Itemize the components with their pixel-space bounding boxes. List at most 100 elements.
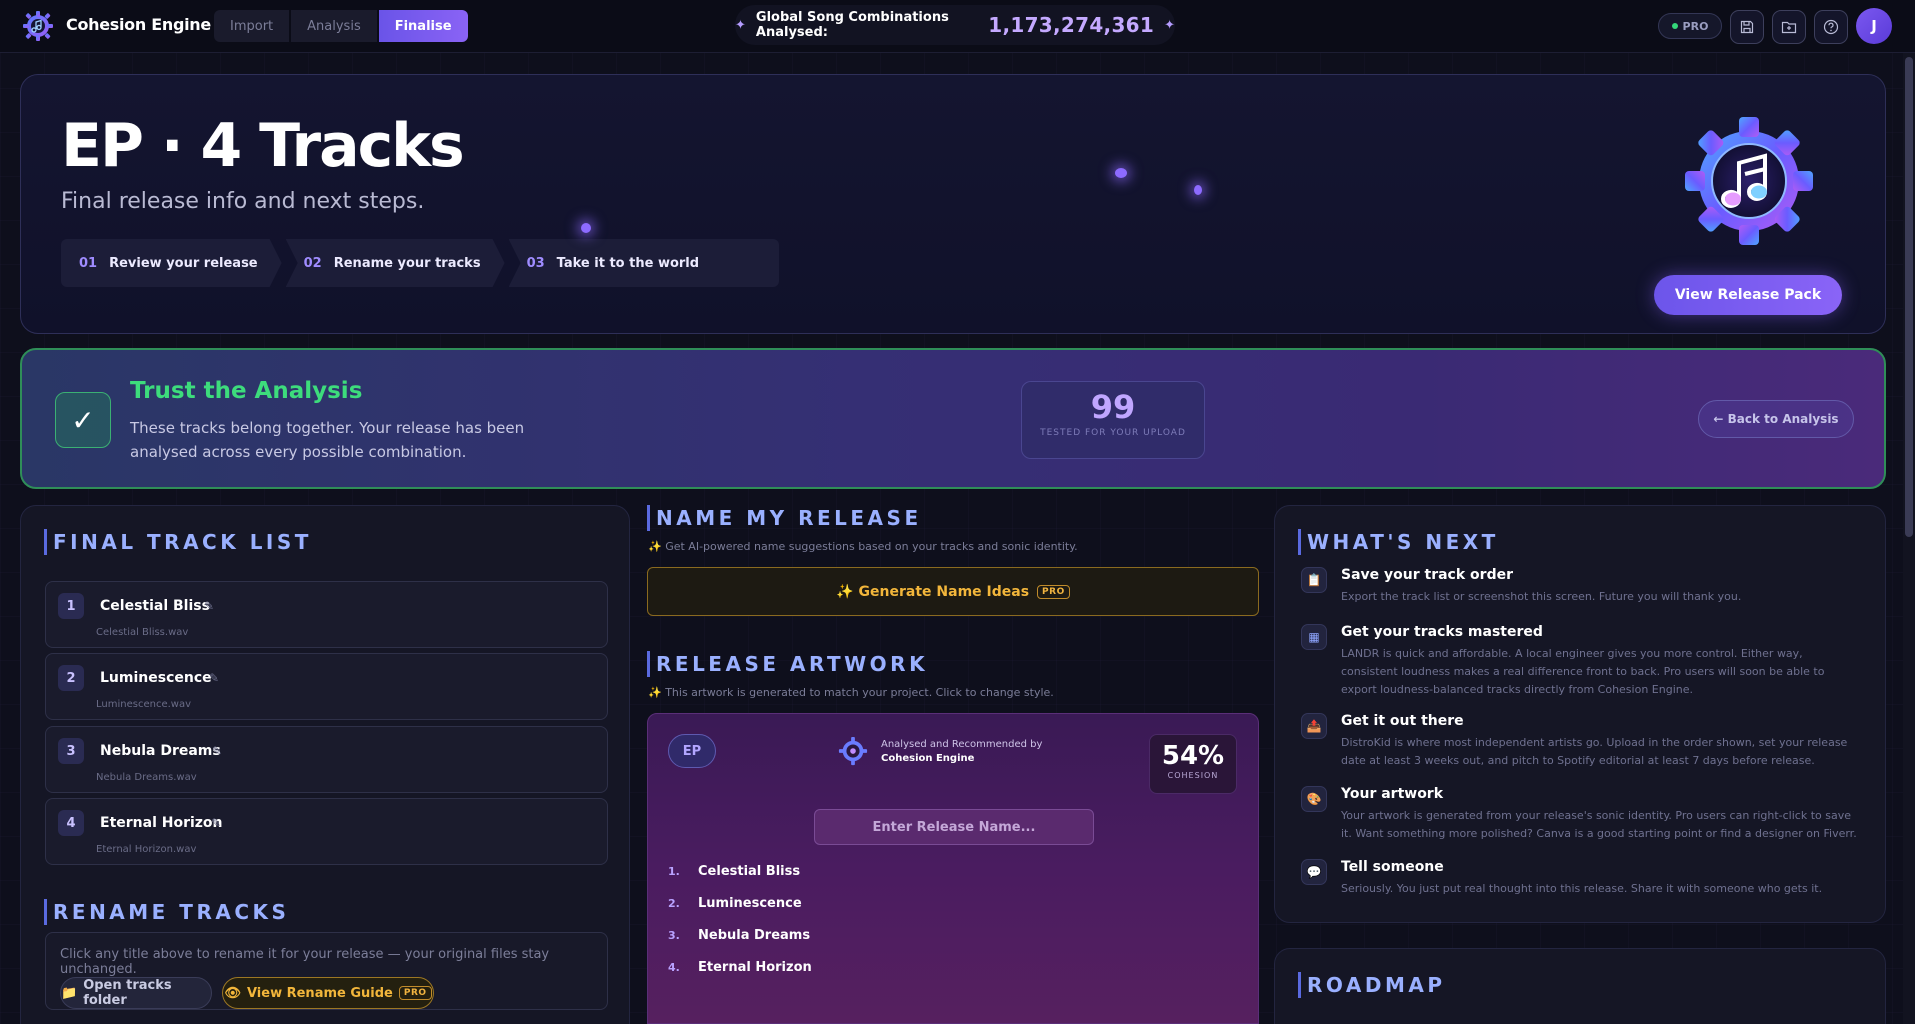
status-dot [1671, 23, 1678, 29]
step-analysis[interactable]: Analysis [291, 10, 377, 42]
sparkle-icon: ✦ [1164, 17, 1175, 33]
track-filename: Luminescence.wav [96, 699, 191, 710]
track-row[interactable]: 4 Eternal Horizon ✎ Eternal Horizon.wav [45, 798, 608, 865]
rename-hint: Click any title above to rename it for y… [60, 947, 550, 977]
release-artwork-card[interactable]: EP Analysed and Recommended by Cohesion … [647, 713, 1259, 1024]
checkmark-icon: ✓ [55, 392, 111, 448]
track-number: 2 [58, 665, 84, 691]
next-step-item: 🎨 Your artwork Your artwork is generated… [1301, 786, 1861, 848]
next-step-description: DistroKid is where most independent arti… [1341, 736, 1848, 767]
counter-value: 1,173,274,361 [988, 13, 1155, 37]
folder-icon: 📁 [61, 985, 78, 1001]
view-release-pack-button[interactable]: View Release Pack [1654, 275, 1842, 315]
pro-tag: PRO [1037, 584, 1070, 599]
track-name[interactable]: Celestial Bliss [100, 598, 210, 614]
process-step-rename: 02 Rename your tracks [286, 239, 505, 287]
next-step-title: Get your tracks mastered [1341, 624, 1543, 640]
next-step-item: 💬 Tell someone Seriously. You just put r… [1301, 859, 1861, 903]
rename-guide-label: View Rename Guide [246, 985, 393, 1001]
next-step-item: ▦ Get your tracks mastered LANDR is quic… [1301, 624, 1861, 704]
artwork-track-index: 3. [668, 929, 680, 942]
step-import[interactable]: Import [214, 10, 290, 42]
track-row[interactable]: 2 Luminescence ✎ Luminescence.wav [45, 653, 608, 720]
recommended-by-label: Analysed and Recommended by [881, 739, 1043, 750]
eye-icon: 👁 [224, 985, 241, 1001]
save-button[interactable] [1730, 10, 1764, 44]
next-step-item: 📋 Save your track order Export the track… [1301, 567, 1861, 617]
track-name[interactable]: Nebula Dreams [100, 743, 221, 759]
open-folder-button[interactable] [1772, 10, 1806, 44]
generate-name-ideas-button[interactable]: ✨ Generate Name Ideas PRO [647, 567, 1259, 616]
next-step-title: Get it out there [1341, 713, 1464, 729]
process-step-number: 03 [526, 255, 545, 271]
ep-badge: EP [668, 734, 716, 768]
next-step-title: Tell someone [1341, 859, 1444, 875]
artwork-track-name: Celestial Bliss [698, 864, 801, 879]
top-bar: Cohesion Engine Import Analysis Finalise… [0, 0, 1915, 53]
track-filename: Nebula Dreams.wav [96, 772, 197, 783]
grid-icon: ▦ [1301, 624, 1327, 650]
particle-dot [1115, 168, 1127, 178]
tested-score-label: TESTED FOR YOUR UPLOAD [1040, 428, 1186, 438]
open-tracks-folder-button[interactable]: 📁 Open tracks folder [60, 977, 212, 1009]
particle-dot [1194, 185, 1202, 195]
recommended-by-brand: Cohesion Engine [881, 753, 975, 764]
scrollbar-thumb[interactable] [1905, 57, 1913, 537]
next-step-item: 📤 Get it out there DistroKid is where mo… [1301, 713, 1861, 775]
cohesion-score-box: 54% COHESION [1149, 734, 1237, 794]
next-step-description: Your artwork is generated from your rele… [1341, 809, 1857, 840]
track-name[interactable]: Eternal Horizon [100, 815, 223, 831]
app-name: Cohesion Engine [66, 15, 211, 34]
process-step-label: Review your release [109, 255, 258, 271]
user-avatar[interactable]: J [1856, 8, 1892, 44]
artwork-track-index: 2. [668, 897, 680, 910]
music-gear-icon [1685, 117, 1813, 245]
particle-dot [581, 223, 591, 233]
roadmap-title: ROADMAP [1298, 972, 1445, 998]
pro-status-badge[interactable]: PRO [1658, 13, 1722, 39]
help-button[interactable] [1814, 10, 1848, 44]
gear-logo-icon[interactable] [22, 10, 54, 42]
gear-logo-icon [838, 736, 868, 766]
next-step-title: Your artwork [1341, 786, 1444, 802]
back-to-analysis-button[interactable]: ← Back to Analysis [1698, 400, 1854, 438]
release-name-input[interactable] [814, 809, 1094, 845]
track-name[interactable]: Luminescence [100, 670, 212, 686]
track-list-panel: FINAL TRACK LIST 1 Celestial Bliss ✎ Cel… [20, 505, 630, 1024]
pencil-icon[interactable]: ✎ [209, 671, 219, 685]
process-step-number: 01 [79, 255, 98, 271]
artwork-track-item: 3. Nebula Dreams [668, 928, 810, 943]
final-track-list-title: FINAL TRACK LIST [44, 529, 312, 555]
help-icon [1823, 19, 1839, 35]
track-filename: Celestial Bliss.wav [96, 627, 189, 638]
open-folder-label: Open tracks folder [83, 978, 172, 1008]
artwork-track-item: 2. Luminescence [668, 896, 802, 911]
page-scrollbar[interactable] [1903, 53, 1915, 1024]
process-steps: 01 Review your release 02 Rename your tr… [61, 239, 783, 287]
pencil-icon[interactable]: ✎ [212, 744, 222, 758]
track-filename: Eternal Horizon.wav [96, 844, 197, 855]
speech-bubble-icon: 💬 [1301, 859, 1327, 885]
pencil-icon[interactable]: ✎ [211, 816, 221, 830]
cohesion-percent: 54% [1161, 741, 1225, 771]
pencil-icon[interactable]: ✎ [204, 599, 214, 613]
generate-label: ✨ Generate Name Ideas [836, 583, 1030, 600]
view-rename-guide-button[interactable]: 👁 View Rename Guide PRO [222, 977, 434, 1009]
track-row[interactable]: 3 Nebula Dreams ✎ Nebula Dreams.wav [45, 726, 608, 793]
process-step-label: Rename your tracks [333, 255, 481, 271]
artwork-track-name: Nebula Dreams [698, 928, 811, 943]
step-finalise[interactable]: Finalise [378, 10, 468, 42]
next-step-description: Seriously. You just put real thought int… [1341, 882, 1823, 895]
trust-banner: ✓ Trust the Analysis These tracks belong… [20, 348, 1886, 489]
palette-icon: 🎨 [1301, 786, 1327, 812]
global-counter: ✦ Global Song Combinations Analysed: 1,1… [735, 5, 1175, 45]
next-step-title: Save your track order [1341, 567, 1513, 583]
save-icon [1740, 20, 1754, 34]
page-title: EP · 4 Tracks [61, 111, 465, 181]
page-subtitle: Final release info and next steps. [61, 189, 425, 214]
rename-box: Click any title above to rename it for y… [45, 932, 608, 1010]
track-row[interactable]: 1 Celestial Bliss ✎ Celestial Bliss.wav [45, 581, 608, 648]
pro-tag: PRO [398, 986, 432, 1000]
process-step-label: Take it to the world [556, 255, 700, 271]
artwork-track-index: 4. [668, 961, 680, 974]
